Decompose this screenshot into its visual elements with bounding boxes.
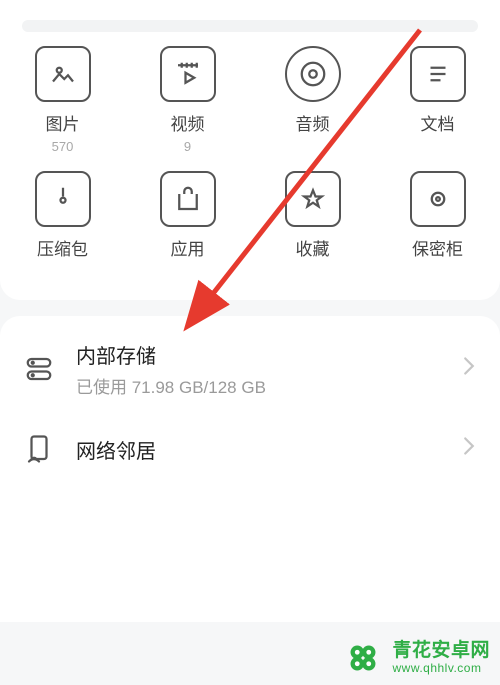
chevron-right-icon [462, 436, 476, 462]
network-neighbor-item[interactable]: 网络邻居 [0, 416, 500, 482]
internal-storage-item[interactable]: 内部存储 已使用 71.98 GB/128 GB [0, 322, 500, 416]
audio-icon [285, 46, 341, 102]
watermark-url: www.qhhlv.com [392, 662, 490, 676]
category-label: 文档 [421, 110, 455, 135]
network-title: 网络邻居 [76, 435, 462, 464]
watermark-logo-icon [340, 635, 386, 681]
network-icon [24, 434, 54, 464]
category-videos[interactable]: 视频 9 [138, 46, 238, 153]
archive-icon [35, 171, 91, 227]
document-icon [410, 46, 466, 102]
category-favorites[interactable]: 收藏 [263, 171, 363, 278]
category-row-1: 图片 570 视频 9 音频 [0, 46, 500, 153]
category-label: 压缩包 [37, 235, 88, 260]
video-icon [160, 46, 216, 102]
category-label: 图片 [46, 110, 80, 135]
category-label: 收藏 [296, 235, 330, 260]
storage-list-card: 内部存储 已使用 71.98 GB/128 GB 网络邻居 [0, 316, 500, 622]
category-audio[interactable]: 音频 [263, 46, 363, 153]
chevron-right-icon [462, 356, 476, 382]
list-item-texts: 内部存储 已使用 71.98 GB/128 GB [76, 340, 462, 398]
internal-storage-title: 内部存储 [76, 340, 462, 369]
category-label: 音频 [296, 110, 330, 135]
category-documents[interactable]: 文档 [388, 46, 488, 153]
internal-storage-sub: 已使用 71.98 GB/128 GB [76, 373, 462, 398]
category-row-2: 压缩包 应用 收藏 [0, 171, 500, 278]
app-icon [160, 171, 216, 227]
safe-icon [410, 171, 466, 227]
category-safe[interactable]: 保密柜 [388, 171, 488, 278]
watermark: 青花安卓网 www.qhhlv.com [340, 635, 490, 681]
category-apps[interactable]: 应用 [138, 171, 238, 278]
category-count: 9 [184, 139, 191, 153]
image-icon [35, 46, 91, 102]
category-count: 570 [52, 139, 74, 153]
favorite-icon [285, 171, 341, 227]
search-input[interactable] [22, 20, 478, 32]
storage-icon [24, 354, 54, 384]
category-images[interactable]: 图片 570 [13, 46, 113, 153]
category-archives[interactable]: 压缩包 [13, 171, 113, 278]
categories-card: 图片 570 视频 9 音频 [0, 0, 500, 300]
category-label: 保密柜 [412, 235, 463, 260]
category-label: 视频 [171, 110, 205, 135]
list-item-texts: 网络邻居 [76, 435, 462, 464]
category-label: 应用 [171, 235, 205, 260]
watermark-title: 青花安卓网 [392, 640, 490, 662]
watermark-texts: 青花安卓网 www.qhhlv.com [392, 640, 490, 676]
